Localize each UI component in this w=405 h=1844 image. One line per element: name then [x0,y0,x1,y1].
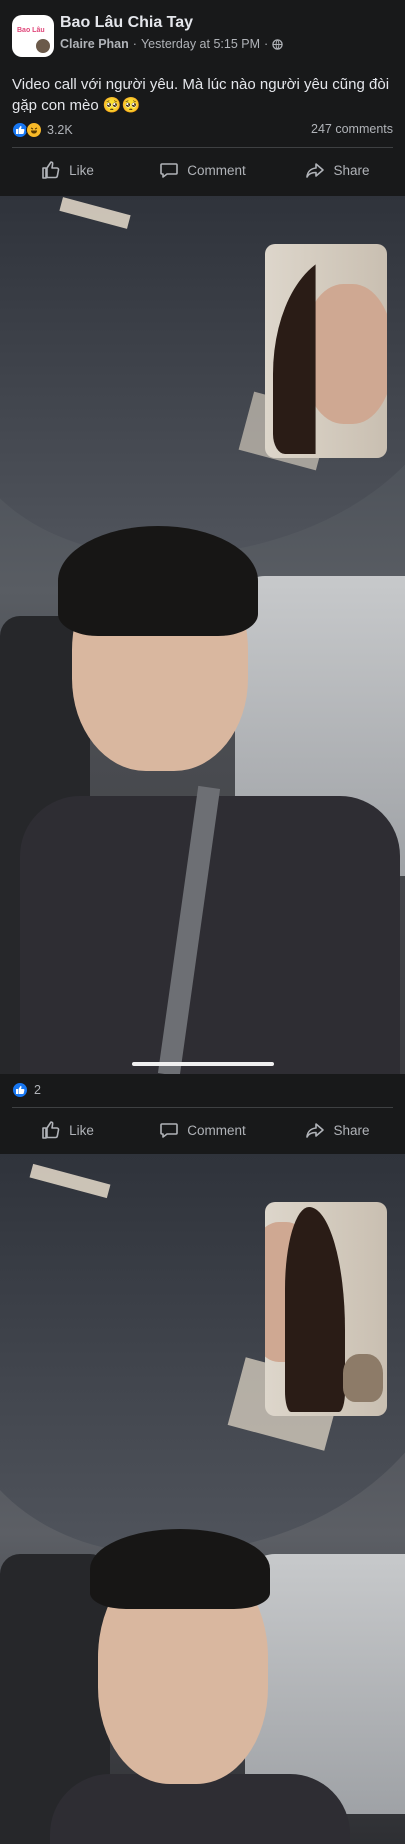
meta-separator: · [132,37,137,51]
thumbs-up-icon [42,161,60,179]
like-label: Like [69,162,94,178]
post-photo-1[interactable] [0,196,405,1074]
pip-hair [285,1207,345,1412]
post-photo-2[interactable] [0,1154,405,1844]
post-actions: Like Comment Share [0,148,405,192]
like-button[interactable]: Like [0,1108,135,1152]
share-icon [306,163,325,178]
like-button[interactable]: Like [0,148,135,192]
globe-icon [272,38,283,50]
like-icon [12,1082,28,1098]
photo-1-actions: Like Comment Share [0,1108,405,1152]
share-button[interactable]: Share [270,148,405,192]
thumbs-up-icon [42,1121,60,1139]
page-logo: Bao Lâu [17,27,45,34]
like-label: Like [69,1122,94,1138]
post-caption: Video call với người yêu. Mà lúc nào ngư… [12,76,390,114]
reaction-summary[interactable]: 3.2K [12,122,73,138]
post-timestamp[interactable]: Yesterday at 5:15 PM [141,37,260,51]
pip-video-1[interactable] [265,244,387,458]
hair [58,526,258,636]
pip-video-2[interactable] [265,1202,387,1416]
comment-icon [160,1123,179,1138]
author-avatar [34,37,52,55]
comment-button[interactable]: Comment [135,148,270,192]
share-label: Share [333,1122,370,1138]
share-label: Share [333,162,370,178]
comment-label: Comment [187,162,246,178]
share-icon [306,1123,325,1138]
comment-button[interactable]: Comment [135,1108,270,1152]
cat [343,1354,383,1402]
author-name[interactable]: Claire Phan [60,37,129,51]
post-meta: Claire Phan · Yesterday at 5:15 PM · [60,37,283,51]
share-button[interactable]: Share [270,1108,405,1152]
comment-count[interactable]: 247 comments [311,122,393,136]
shirt [50,1774,350,1844]
comment-icon [160,163,179,178]
home-indicator [132,1062,274,1066]
page-avatar[interactable]: Bao Lâu [12,15,54,57]
page-name[interactable]: Bao Lâu Chia Tay [60,14,193,32]
photo-1-reaction-count: 2 [34,1083,41,1097]
post-stats: 3.2K 247 comments [0,116,405,144]
pip-hair [273,254,387,454]
meta-separator-2: · [264,37,269,51]
photo-1-reactions[interactable]: 2 [12,1082,41,1098]
hair [90,1529,270,1609]
comment-label: Comment [187,1122,246,1138]
post-header: Bao Lâu Bao Lâu Chia Tay Claire Phan · Y… [0,0,405,72]
haha-icon [26,122,42,138]
reaction-count: 3.2K [47,123,73,137]
